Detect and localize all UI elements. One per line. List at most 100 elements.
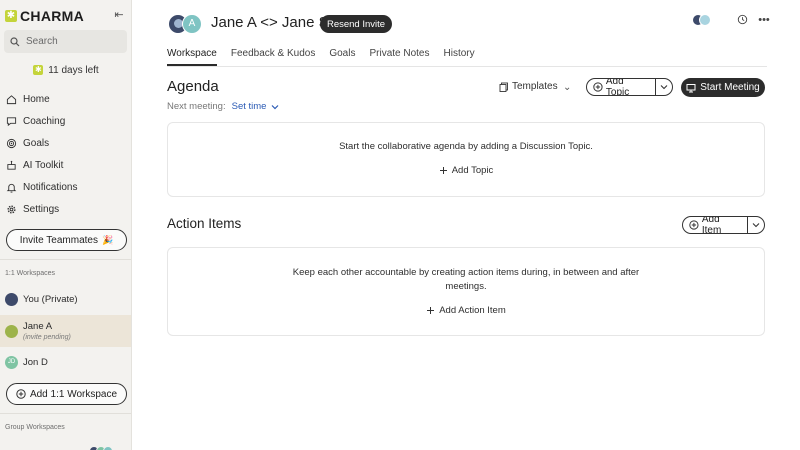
tab-workspace[interactable]: Workspace xyxy=(167,48,217,66)
chevron-down-icon xyxy=(660,85,668,90)
page-title: Jane A <> Jane S xyxy=(211,14,329,31)
plus-circle-icon xyxy=(16,389,26,399)
agenda-empty-message: Start the collaborative agenda by adding… xyxy=(339,141,593,152)
plus-circle-icon xyxy=(593,82,603,92)
workspace-item-jon-d[interactable]: JD Jon D xyxy=(0,352,131,372)
coaching-icon xyxy=(6,116,17,126)
set-time-label: Set time xyxy=(231,101,267,112)
add-topic-split-button: Add Topic xyxy=(586,78,673,96)
add-item-button[interactable]: Add Item xyxy=(683,217,749,233)
tab-bar: Workspace Feedback & Kudos Goals Private… xyxy=(167,48,489,66)
set-time-link[interactable]: Set time xyxy=(232,101,281,112)
add-workspace-button[interactable]: Add 1:1 Workspace xyxy=(6,383,127,405)
top-right-controls: ••• xyxy=(692,14,770,26)
plus-icon xyxy=(439,167,447,174)
invite-pending-status: (invite pending) xyxy=(23,334,71,341)
workspace-name: Jon D xyxy=(23,356,48,368)
search-icon xyxy=(10,36,20,46)
plus-circle-icon xyxy=(689,220,699,230)
workspace-item-you-private[interactable]: You (Private) xyxy=(0,289,131,309)
trial-text: 11 days left xyxy=(48,64,99,76)
sidebar-item-label: Coaching xyxy=(23,115,66,127)
group-section-label: Group Workspaces xyxy=(5,424,65,431)
chevron-down-icon xyxy=(272,104,279,109)
presentation-icon xyxy=(686,83,696,92)
templates-button[interactable]: Templates xyxy=(499,81,558,92)
agenda-add-topic-label: Add Topic xyxy=(451,165,494,176)
add-topic-button[interactable]: Add Topic xyxy=(587,78,657,96)
agenda-add-topic-link[interactable]: Add Topic xyxy=(439,165,494,176)
history-clock-icon[interactable] xyxy=(736,14,748,26)
trial-icon: ✱ xyxy=(33,65,44,75)
more-options-icon[interactable]: ••• xyxy=(758,14,770,26)
plus-icon xyxy=(427,307,435,314)
templates-label: Templates xyxy=(512,81,558,92)
trial-status: ✱ 11 days left xyxy=(0,62,131,78)
workspace-name: Jane A xyxy=(23,321,53,332)
sidebar-item-home[interactable]: Home xyxy=(0,88,131,110)
search-input[interactable]: Search xyxy=(4,30,127,53)
avatar xyxy=(103,446,113,450)
sidebar-item-notifications[interactable]: Notifications xyxy=(0,176,131,198)
avatar: A xyxy=(182,14,202,34)
chevron-down-icon xyxy=(752,223,760,228)
workspace-name: You (Private) xyxy=(23,293,78,305)
avatar xyxy=(5,292,18,306)
avatar xyxy=(699,14,711,26)
logo[interactable]: ✱ CHARMA ⇤ xyxy=(5,8,127,24)
next-meeting: Next meeting: Set time xyxy=(167,101,280,112)
header-avatars: A xyxy=(168,14,202,34)
sidebar-item-label: AI Toolkit xyxy=(23,159,64,171)
tab-goals[interactable]: Goals xyxy=(329,48,355,66)
agenda-empty-card: Start the collaborative agenda by adding… xyxy=(167,122,765,197)
invite-teammates-button[interactable]: Invite Teammates 🎉 xyxy=(6,229,127,251)
workspace-item-jane-a[interactable]: Jane A (invite pending) xyxy=(0,315,131,347)
sidebar-item-label: Notifications xyxy=(23,181,78,193)
tab-history[interactable]: History xyxy=(444,48,475,66)
invite-teammates-label: Invite Teammates xyxy=(19,234,98,246)
sidebar-item-label: Goals xyxy=(23,137,50,149)
tab-feedback-kudos[interactable]: Feedback & Kudos xyxy=(231,48,316,66)
action-items-title: Action Items xyxy=(167,216,242,231)
sidebar: ✱ CHARMA ⇤ Search ✱ 11 days left Home Co… xyxy=(0,0,132,450)
add-topic-dropdown[interactable] xyxy=(656,79,672,95)
start-meeting-label: Start Meeting xyxy=(700,82,760,93)
sidebar-item-coaching[interactable]: Coaching xyxy=(0,110,131,132)
group-workspace-avatars[interactable] xyxy=(89,446,113,450)
resend-invite-button[interactable]: Resend Invite xyxy=(320,15,392,33)
add-action-item-link[interactable]: Add Action Item xyxy=(426,305,506,316)
action-items-empty-line-2: meetings. xyxy=(445,281,487,292)
sidebar-item-label: Home xyxy=(23,93,50,105)
sidebar-item-label: Settings xyxy=(23,203,60,215)
ai-toolkit-icon xyxy=(7,160,16,170)
sidebar-item-settings[interactable]: Settings xyxy=(0,198,131,220)
action-items-empty-message: Keep each other accountable by creating … xyxy=(168,266,764,294)
templates-icon xyxy=(499,82,508,92)
add-item-split-button: Add Item xyxy=(682,216,765,234)
sidebar-item-ai-toolkit[interactable]: AI Toolkit xyxy=(0,154,131,176)
bell-icon xyxy=(6,183,17,193)
avatar: JD xyxy=(5,355,18,369)
divider xyxy=(0,259,131,260)
gear-icon xyxy=(7,204,16,214)
start-meeting-button[interactable]: Start Meeting xyxy=(681,78,765,97)
add-topic-label: Add Topic xyxy=(605,78,630,96)
search-placeholder: Search xyxy=(26,36,58,47)
participants-avatars[interactable] xyxy=(692,14,712,26)
next-meeting-label: Next meeting: xyxy=(167,101,226,112)
add-item-dropdown[interactable] xyxy=(748,217,764,233)
party-icon: 🎉 xyxy=(101,234,114,245)
target-icon xyxy=(6,138,17,148)
agenda-title: Agenda xyxy=(167,78,219,95)
templates-dropdown-chevron-icon[interactable]: ⌄ xyxy=(563,82,571,93)
charma-logo-icon: ✱ xyxy=(5,10,17,22)
tab-private-notes[interactable]: Private Notes xyxy=(369,48,429,66)
tabs-divider xyxy=(167,66,767,67)
collapse-sidebar-icon[interactable]: ⇤ xyxy=(113,9,125,21)
avatar xyxy=(5,324,18,338)
sidebar-item-goals[interactable]: Goals xyxy=(0,132,131,154)
add-action-item-label: Add Action Item xyxy=(439,305,506,316)
action-items-empty-card: Keep each other accountable by creating … xyxy=(167,247,765,336)
action-items-empty-line-1: Keep each other accountable by creating … xyxy=(292,267,640,278)
logo-text: CHARMA xyxy=(20,8,85,24)
